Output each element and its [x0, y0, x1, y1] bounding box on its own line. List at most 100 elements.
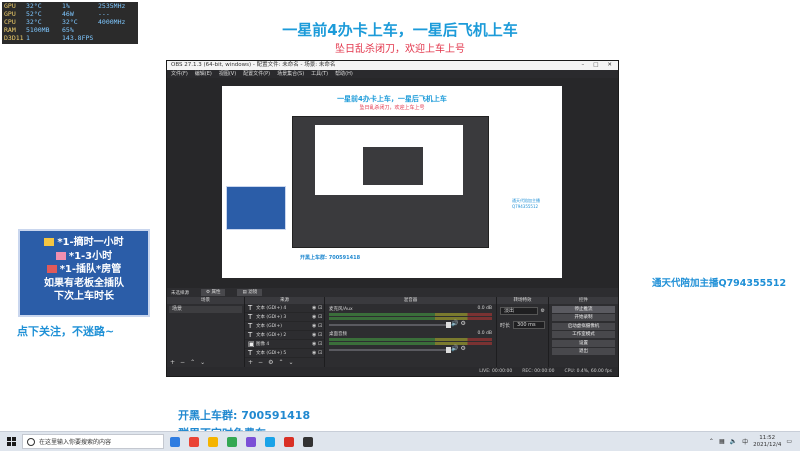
down-arrow-icon[interactable]: ⌄ — [288, 359, 293, 367]
scenes-header: 场景 — [167, 297, 244, 304]
slider-knob[interactable] — [446, 321, 451, 328]
notice-line: 如果有老板全插队 — [18, 277, 150, 291]
source-item[interactable]: T 文本 (GDI+) 5 ◉ ⊡ — [245, 349, 324, 358]
channel-db: 0.0 dB — [477, 331, 492, 336]
preview-group: 开黑上车群: 700591418 — [300, 255, 361, 261]
taskbar-app-icon[interactable] — [262, 435, 278, 449]
control-button[interactable]: 设置 — [552, 339, 615, 347]
notification-icon[interactable]: ▭ — [786, 438, 792, 445]
app-icon — [208, 436, 218, 447]
taskbar-search[interactable]: 在这里输入你要搜索的内容 — [22, 434, 164, 449]
lock-icon[interactable]: ⊡ — [318, 350, 324, 356]
overlay-title: 一星前4办卡上车，一星后飞机上车 — [282, 21, 518, 39]
duration-input[interactable]: 300 ms — [513, 321, 545, 329]
menu-item[interactable]: 编辑(E) — [195, 70, 212, 78]
preview-subtitle: 坠日乱杀闭刀，欢迎上车上号 — [359, 105, 425, 111]
volume-slider[interactable] — [329, 321, 451, 328]
source-item[interactable]: T 文本 (GDI+) ◉ ⊡ — [245, 322, 324, 331]
obs-title-bar[interactable]: OBS 27.1.3 (64-bit, windows) - 配置文件: 未命名… — [167, 61, 618, 70]
speaker-icon[interactable]: 🔊 — [451, 345, 458, 352]
control-button[interactable]: 开始录制 — [552, 314, 615, 321]
filters-button[interactable]: ▤ 滤镜 — [237, 289, 263, 296]
source-item[interactable]: ▣ 图像 4 ◉ ⊡ — [245, 340, 324, 349]
minimize-icon[interactable]: – — [581, 61, 584, 70]
hw-row: GPU 52°C 46W --- — [2, 10, 138, 18]
volume-slider[interactable] — [329, 346, 451, 353]
remove-icon[interactable]: − — [180, 359, 185, 367]
add-icon[interactable]: + — [248, 359, 253, 367]
add-icon[interactable]: + — [170, 359, 175, 367]
menu-item[interactable]: 配置文件(P) — [243, 70, 270, 78]
notice-text: *1-插队*房管 — [59, 264, 122, 275]
controls-list: 停止推流 开始录制 启动虚拟摄像机 工作室模式 设置 退出 — [549, 305, 618, 355]
hw-c1: 52°C — [26, 10, 42, 18]
up-arrow-icon[interactable]: ⌃ — [190, 359, 195, 367]
app-icon — [303, 436, 313, 447]
controls-dock: 控件 停止推流 开始录制 启动虚拟摄像机 工作室模式 设置 退出 — [549, 297, 618, 367]
app-icon — [284, 436, 294, 447]
volume-icon[interactable]: 🔈 — [730, 438, 737, 445]
menu-item[interactable]: 文件(F) — [171, 70, 188, 78]
menu-item[interactable]: 场景集合(S) — [277, 70, 304, 78]
taskbar-app-icon[interactable] — [243, 435, 259, 449]
source-item[interactable]: T 文本 (GDI+) 2 ◉ ⊡ — [245, 331, 324, 340]
speaker-icon[interactable]: 🔊 — [451, 320, 458, 327]
sources-list: T 文本 (GDI+) 4 ◉ ⊡ T 文本 (GDI+) 3 ◉ ⊡ T 文本 (GDI+) ◉ ⊡… — [245, 304, 324, 358]
taskbar-app-icon[interactable] — [205, 435, 221, 449]
hw-c2: 46W — [62, 10, 74, 18]
hw-key: GPU — [4, 2, 16, 10]
down-arrow-icon[interactable]: ⌄ — [200, 359, 205, 367]
control-button[interactable]: 退出 — [552, 348, 615, 355]
notice-text: *1-3小时 — [68, 250, 113, 262]
plane-icon — [55, 251, 66, 260]
menu-item[interactable]: 工具(T) — [311, 70, 328, 78]
taskbar-app-icon[interactable] — [224, 435, 240, 449]
menu-item[interactable]: 帮助(H) — [335, 70, 353, 78]
duration-label: 时长 — [500, 322, 511, 329]
search-icon — [27, 437, 35, 446]
close-icon[interactable]: ✕ — [607, 61, 612, 70]
lock-icon[interactable]: ⊡ — [318, 332, 324, 338]
preview-canvas[interactable]: 一星前4办卡上车，一星后飞机上车 坠日乱杀闭刀，欢迎上车上号 通天代陪加主播Q7… — [222, 86, 562, 278]
taskbar-app-icon[interactable] — [186, 435, 202, 449]
notice-line: 下次上车时长 — [18, 290, 150, 304]
lock-icon[interactable]: ⊡ — [318, 323, 324, 329]
source-name: 文本 (GDI+) 5 — [256, 351, 287, 356]
control-button[interactable]: 启动虚拟摄像机 — [552, 322, 615, 330]
lock-icon[interactable]: ⊡ — [318, 314, 324, 320]
gear-icon[interactable]: ⚙ — [541, 308, 545, 314]
source-item[interactable]: T 文本 (GDI+) 3 ◉ ⊡ — [245, 313, 324, 322]
lock-icon[interactable]: ⊡ — [318, 341, 324, 347]
clock[interactable]: 11:52 2021/12/4 — [753, 435, 781, 449]
lock-icon[interactable]: ⊡ — [318, 305, 324, 311]
start-button[interactable] — [0, 432, 22, 451]
up-arrow-icon[interactable]: ⌃ — [278, 359, 283, 367]
gear-icon[interactable]: ⚙ — [460, 320, 465, 327]
maximize-icon[interactable]: □ — [593, 61, 598, 70]
scene-item[interactable]: 场景 — [169, 306, 242, 313]
menu-item[interactable]: 视图(V) — [219, 70, 236, 78]
preview-title: 一星前4办卡上车，一星后飞机上车 — [337, 95, 447, 103]
clock-date: 2021/12/4 — [753, 441, 782, 448]
taskbar-app-icon[interactable] — [300, 435, 316, 449]
properties-button[interactable]: ⚙ 属性 — [201, 289, 226, 296]
sources-dock: 来源 T 文本 (GDI+) 4 ◉ ⊡ T 文本 (GDI+) 3 ◉ ⊡ T 文本 (GDI+… — [245, 297, 325, 367]
taskbar-app-icon[interactable] — [281, 435, 297, 449]
control-button[interactable]: 工作室模式 — [552, 331, 615, 338]
channel-db: 0.0 dB — [477, 306, 492, 311]
slider-knob[interactable] — [446, 346, 451, 353]
notice-text: 下次上车时长 — [54, 291, 114, 302]
gear-icon[interactable]: ⚙ — [460, 345, 465, 352]
preview-area[interactable]: 一星前4办卡上车，一星后飞机上车 坠日乱杀闭刀，欢迎上车上号 通天代陪加主播Q7… — [167, 78, 618, 288]
remove-icon[interactable]: − — [258, 359, 263, 367]
control-button[interactable]: 停止推流 — [552, 305, 615, 313]
preview-nested-obs — [292, 116, 489, 248]
source-item[interactable]: T 文本 (GDI+) 4 ◉ ⊡ — [245, 304, 324, 313]
obs-window[interactable]: OBS 27.1.3 (64-bit, windows) - 配置文件: 未命名… — [166, 60, 619, 377]
gear-icon[interactable]: ⚙ — [268, 359, 273, 367]
ime-icon[interactable]: 中 — [742, 437, 748, 446]
network-icon[interactable]: ▦ — [719, 438, 725, 445]
taskbar-app-icon[interactable] — [167, 435, 183, 449]
chevron-up-icon[interactable]: ⌃ — [709, 438, 714, 445]
transition-select[interactable]: 淡出 — [500, 307, 538, 315]
